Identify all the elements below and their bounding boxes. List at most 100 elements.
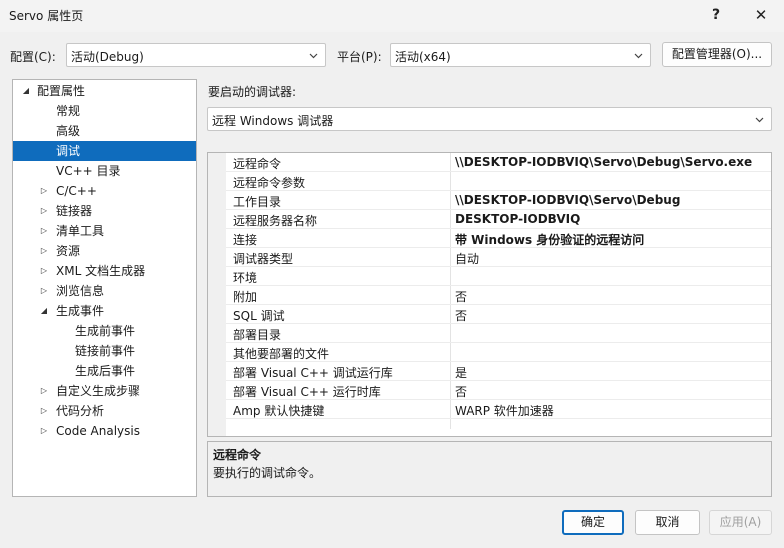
apply-button[interactable]: 应用(A) — [709, 510, 772, 535]
tree-item[interactable]: ▷ Code Analysis — [13, 421, 196, 441]
platform-combo[interactable]: 活动(x64) — [390, 43, 651, 67]
property-value[interactable]: \\DESKTOP-IODBVIQ\Servo\Debug\Servo.exe — [455, 155, 752, 169]
property-name: SQL 调试 — [233, 309, 285, 323]
property-value[interactable]: 带 Windows 身份验证的远程访问 — [455, 231, 644, 248]
tree-item-label: 高级 — [56, 124, 81, 138]
tree-item[interactable]: 生成前事件 — [13, 321, 196, 341]
property-value[interactable]: DESKTOP-IODBVIQ — [455, 212, 580, 226]
expand-arrow-icon[interactable]: ▷ — [39, 261, 49, 281]
property-row[interactable]: 环境 — [226, 267, 771, 286]
expand-arrow-icon[interactable]: ▷ — [39, 421, 49, 441]
property-value[interactable]: \\DESKTOP-IODBVIQ\Servo\Debug — [455, 193, 680, 207]
property-name: 调试器类型 — [233, 252, 294, 266]
platform-label: 平台(P): — [337, 50, 382, 64]
tree-item[interactable]: 常规 — [13, 101, 196, 121]
property-name: 远程命令 — [233, 157, 282, 171]
tree-item-label: 链接前事件 — [75, 344, 136, 358]
tree-item-label: 配置属性 — [37, 84, 86, 98]
debugger-value: 远程 Windows 调试器 — [212, 114, 334, 128]
close-button[interactable]: ✕ — [741, 0, 781, 30]
property-name: 远程命令参数 — [233, 176, 306, 190]
property-value[interactable]: 否 — [455, 288, 467, 305]
expand-arrow-icon[interactable]: ▷ — [39, 201, 49, 221]
tree-item[interactable]: 高级 — [13, 121, 196, 141]
tree-item-label: VC++ 目录 — [56, 164, 121, 178]
tree-item-label: 浏览信息 — [56, 284, 105, 298]
property-row[interactable]: 工作目录 \\DESKTOP-IODBVIQ\Servo\Debug — [226, 191, 771, 210]
tree-item-label: Code Analysis — [56, 424, 140, 438]
expand-arrow-icon[interactable]: ▷ — [39, 181, 49, 201]
property-tree: ◢ 配置属性 常规 高级 调试 VC++ 目录 ▷ C/C++ ▷ 链接器 ▷ 清单工具 ▷ 资源 ▷ XML… — [12, 79, 197, 497]
tree-item-label: C/C++ — [56, 184, 97, 198]
config-manager-button[interactable]: 配置管理器(O)... — [662, 42, 772, 67]
property-row[interactable]: SQL 调试 否 — [226, 305, 771, 324]
property-row[interactable]: 远程命令参数 — [226, 172, 771, 191]
property-name: 其他要部署的文件 — [233, 347, 330, 361]
chevron-down-icon — [309, 53, 318, 59]
ok-button[interactable]: 确定 — [562, 510, 624, 535]
property-row[interactable]: 其他要部署的文件 — [226, 343, 771, 362]
tree-item[interactable]: 生成后事件 — [13, 361, 196, 381]
tree-item[interactable]: ▷ 资源 — [13, 241, 196, 261]
property-name: 环境 — [233, 271, 258, 285]
tree-item[interactable]: ◢ 配置属性 — [13, 81, 196, 101]
tree-item-label: 代码分析 — [56, 404, 105, 418]
property-row[interactable]: 远程服务器名称 DESKTOP-IODBVIQ — [226, 210, 771, 229]
tree-item[interactable]: ▷ 代码分析 — [13, 401, 196, 421]
property-name: 工作目录 — [233, 195, 282, 209]
tree-item[interactable]: 调试 — [13, 141, 196, 161]
property-value[interactable]: 否 — [455, 307, 467, 324]
property-value[interactable]: 是 — [455, 364, 467, 381]
property-row[interactable]: 部署目录 — [226, 324, 771, 343]
config-combo[interactable]: 活动(Debug) — [66, 43, 326, 67]
tree-item[interactable]: ▷ 链接器 — [13, 201, 196, 221]
expand-arrow-icon[interactable]: ▷ — [39, 221, 49, 241]
property-name: 部署 Visual C++ 调试运行库 — [233, 366, 393, 380]
tree-item-label: 自定义生成步骤 — [56, 384, 141, 398]
grid-left-margin — [208, 153, 226, 436]
tree-item-label: 清单工具 — [56, 224, 105, 238]
debugger-combo[interactable]: 远程 Windows 调试器 — [207, 107, 772, 131]
tree-item[interactable]: ▷ 浏览信息 — [13, 281, 196, 301]
collapse-arrow-icon[interactable]: ◢ — [39, 301, 49, 321]
tree-item[interactable]: ▷ 清单工具 — [13, 221, 196, 241]
tree-item-label: 资源 — [56, 244, 81, 258]
tree-item-label: 生成事件 — [56, 304, 105, 318]
property-value[interactable]: 否 — [455, 383, 467, 400]
tree-item[interactable]: ◢ 生成事件 — [13, 301, 196, 321]
tree-item[interactable]: VC++ 目录 — [13, 161, 196, 181]
platform-value: 活动(x64) — [395, 50, 451, 64]
collapse-arrow-icon[interactable]: ◢ — [21, 81, 31, 101]
expand-arrow-icon[interactable]: ▷ — [39, 241, 49, 261]
tree-item-label: 生成前事件 — [75, 324, 136, 338]
tree-item[interactable]: 链接前事件 — [13, 341, 196, 361]
title-bar: Servo 属性页 ? ✕ — [0, 0, 784, 32]
property-name: 附加 — [233, 290, 258, 304]
help-button[interactable]: ? — [696, 0, 736, 30]
property-row[interactable]: 调试器类型 自动 — [226, 248, 771, 267]
property-name: 部署目录 — [233, 328, 282, 342]
cancel-button[interactable]: 取消 — [635, 510, 700, 535]
property-value[interactable]: 自动 — [455, 250, 479, 267]
expand-arrow-icon[interactable]: ▷ — [39, 401, 49, 421]
property-name: 部署 Visual C++ 运行时库 — [233, 385, 381, 399]
tree-item-label: 生成后事件 — [75, 364, 136, 378]
tree-item[interactable]: ▷ C/C++ — [13, 181, 196, 201]
property-row[interactable]: 部署 Visual C++ 运行时库 否 — [226, 381, 771, 400]
close-icon: ✕ — [754, 6, 768, 24]
description-title: 远程命令 — [213, 448, 262, 462]
property-name: 远程服务器名称 — [233, 214, 318, 228]
property-row[interactable]: Amp 默认快捷键 WARP 软件加速器 — [226, 400, 771, 419]
expand-arrow-icon[interactable]: ▷ — [39, 281, 49, 301]
description-text: 要执行的调试命令。 — [213, 466, 322, 480]
tree-item[interactable]: ▷ XML 文档生成器 — [13, 261, 196, 281]
tree-item[interactable]: ▷ 自定义生成步骤 — [13, 381, 196, 401]
property-value[interactable]: WARP 软件加速器 — [455, 402, 554, 419]
expand-arrow-icon[interactable]: ▷ — [39, 381, 49, 401]
property-name: 连接 — [233, 233, 258, 247]
tree-item-label: 常规 — [56, 104, 81, 118]
property-row[interactable]: 远程命令 \\DESKTOP-IODBVIQ\Servo\Debug\Servo.… — [226, 153, 771, 172]
property-row[interactable]: 附加 否 — [226, 286, 771, 305]
property-row[interactable]: 部署 Visual C++ 调试运行库 是 — [226, 362, 771, 381]
property-row[interactable]: 连接 带 Windows 身份验证的远程访问 — [226, 229, 771, 248]
